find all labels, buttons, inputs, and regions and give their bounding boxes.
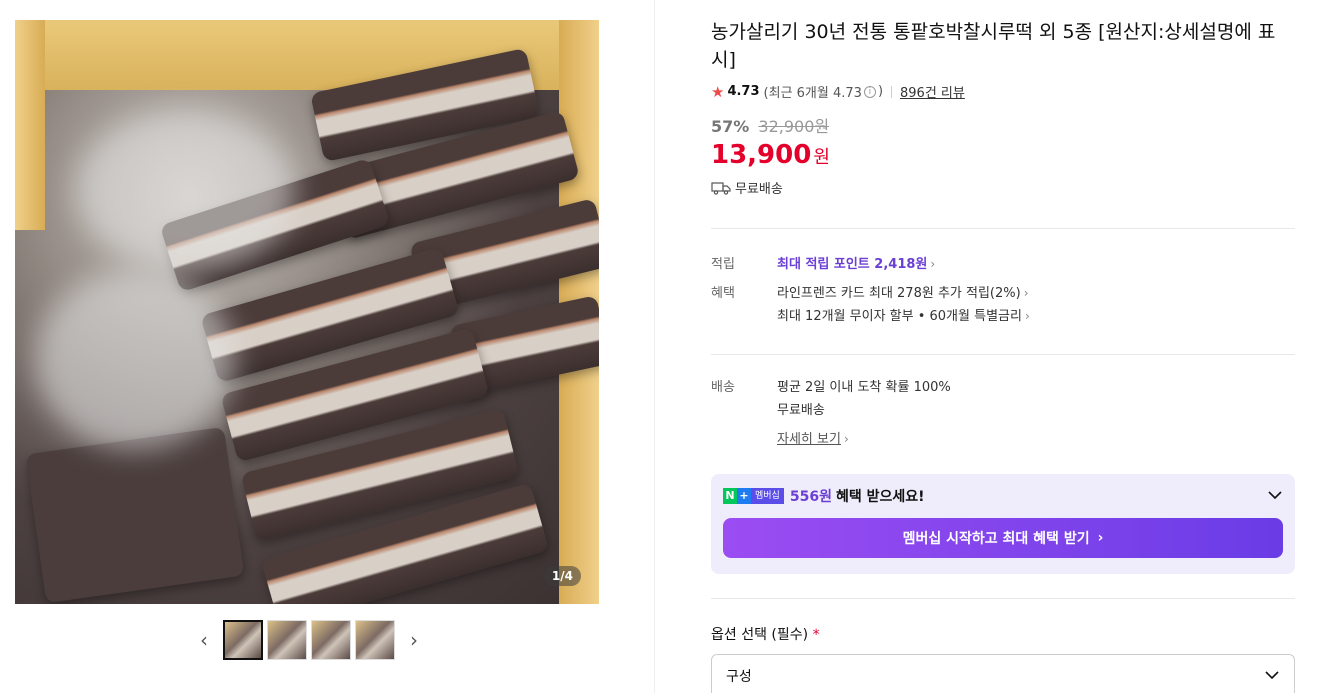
perks-label: 혜택 (711, 286, 735, 301)
image-counter: 1/4 (543, 566, 581, 586)
membership-text: 혜택 받으세요! (835, 489, 925, 505)
points-link[interactable]: 최대 적립 포인트 2,418원 (777, 257, 927, 272)
delivery-label: 배송 (711, 380, 735, 395)
shipping-label: 무료배송 (735, 182, 783, 197)
option-select-value: 구성 (726, 669, 752, 685)
membership-badge-text: 멤버십 (751, 488, 784, 504)
membership-banner: N + 멤버십 556원 혜택 받으세요! 멤버십 시작하고 최대 혜택 받기 … (711, 474, 1295, 574)
image-steam (35, 270, 235, 450)
thumbnail-2[interactable] (267, 620, 307, 660)
rating-recent: (최근 6개월 4.73 (763, 86, 862, 101)
original-price: 32,900원 (758, 117, 830, 136)
rating-row: ★ 4.73 (최근 6개월 4.73 i ) 896건 리뷰 (711, 82, 1295, 102)
next-arrow-icon[interactable]: › (405, 620, 423, 660)
option-section: 옵션 선택 (필수) * 구성 (711, 598, 1295, 693)
required-mark: * (812, 627, 820, 643)
points-row: 적립 최대 적립 포인트 2,418원 › (711, 253, 1295, 272)
main-product-image[interactable]: 1/4 (15, 20, 599, 604)
chevron-down-icon[interactable] (1267, 488, 1283, 504)
points-value: 최대 적립 포인트 2,418원 › (777, 253, 1295, 272)
chevron-right-icon: › (843, 432, 849, 446)
perk-installment: 최대 12개월 무이자 할부 • 60개월 특별금리 (777, 309, 1022, 324)
product-title: 농가살리기 30년 전통 통팥호박찰시루떡 외 5종 [원산지:상세설명에 표시… (711, 21, 1276, 71)
prev-arrow-icon[interactable]: ‹ (195, 620, 213, 660)
star-icon: ★ (711, 82, 725, 101)
delivery-free: 무료배송 (777, 403, 825, 418)
perk-item[interactable]: 최대 12개월 무이자 할부 • 60개월 특별금리 › (777, 305, 1295, 328)
image-steam (75, 110, 295, 270)
image-steamer-frame-left (15, 20, 45, 230)
chevron-right-icon: › (1023, 286, 1029, 300)
truck-icon (711, 181, 731, 195)
membership-start-button[interactable]: 멤버십 시작하고 최대 혜택 받기 › (723, 518, 1283, 558)
product-info: 농가살리기 30년 전통 통팥호박찰시루떡 외 5종 [원산지:상세설명에 표시… (711, 18, 1295, 197)
delivery-section: 배송 평균 2일 이내 도착 확률 100% 무료배송 자세히 보기 › (711, 376, 1295, 461)
detail-link-row[interactable]: 자세히 보기 › (777, 428, 1295, 451)
perk-card: 라인프렌즈 카드 최대 278원 추가 적립(2%) (777, 286, 1021, 301)
thumbnail-3[interactable] (311, 620, 351, 660)
benefit-section: 적립 최대 적립 포인트 2,418원 › 혜택 라인프렌즈 카드 최대 278원… (711, 253, 1295, 338)
delivery-row: 배송 평균 2일 이내 도착 확률 100% 무료배송 자세히 보기 › (711, 376, 1295, 451)
thumbnail-4[interactable] (355, 620, 395, 660)
chevron-down-icon (1264, 668, 1280, 684)
sale-price: 13,900 (711, 140, 812, 170)
info-icon[interactable]: i (863, 85, 876, 98)
image-rice-cake-block (25, 426, 245, 604)
detail-link[interactable]: 자세히 보기 (777, 432, 841, 447)
option-label-text: 옵션 선택 (필수) (711, 627, 809, 643)
naver-plus-badge: N + 멤버십 (723, 488, 784, 504)
option-select[interactable]: 구성 (711, 654, 1295, 693)
plus-icon: + (737, 488, 751, 504)
perks-row: 혜택 라인프렌즈 카드 최대 278원 추가 적립(2%) › 최대 12개월 무… (711, 282, 1295, 328)
membership-header[interactable]: N + 멤버십 556원 혜택 받으세요! (723, 486, 1283, 506)
perk-item[interactable]: 라인프렌즈 카드 최대 278원 추가 적립(2%) › (777, 282, 1295, 305)
review-count-link[interactable]: 896건 리뷰 (900, 82, 965, 101)
shipping-row: 무료배송 (711, 178, 1295, 197)
discount-row: 57% 32,900원 (711, 113, 1295, 137)
chevron-right-icon: › (930, 257, 936, 271)
thumbnail-strip: ‹ › (195, 620, 423, 660)
option-label: 옵션 선택 (필수) * (711, 624, 1295, 644)
points-label: 적립 (711, 257, 735, 272)
price-row: 13,900 원 (711, 140, 1295, 170)
discount-rate: 57% (711, 117, 750, 136)
divider (711, 228, 1295, 229)
naver-n-icon: N (723, 488, 737, 504)
membership-button-label: 멤버십 시작하고 최대 혜택 받기 (902, 531, 1090, 547)
membership-amount: 556원 (789, 489, 832, 505)
rating-value: 4.73 (727, 84, 760, 99)
divider (711, 354, 1295, 355)
divider (891, 85, 893, 98)
chevron-right-icon: › (1024, 309, 1030, 323)
delivery-eta: 평균 2일 이내 도착 확률 100% (777, 380, 951, 395)
perks-list: 라인프렌즈 카드 최대 278원 추가 적립(2%) › 최대 12개월 무이자 … (777, 282, 1295, 328)
delivery-info: 평균 2일 이내 도착 확률 100% 무료배송 자세히 보기 › (777, 376, 1295, 451)
thumbnail-1[interactable] (223, 620, 263, 660)
rating-recent-close: ) (877, 84, 884, 99)
price-unit: 원 (813, 147, 830, 168)
chevron-right-icon: › (1097, 530, 1104, 546)
product-gallery: 1/4 ‹ › (0, 0, 655, 693)
